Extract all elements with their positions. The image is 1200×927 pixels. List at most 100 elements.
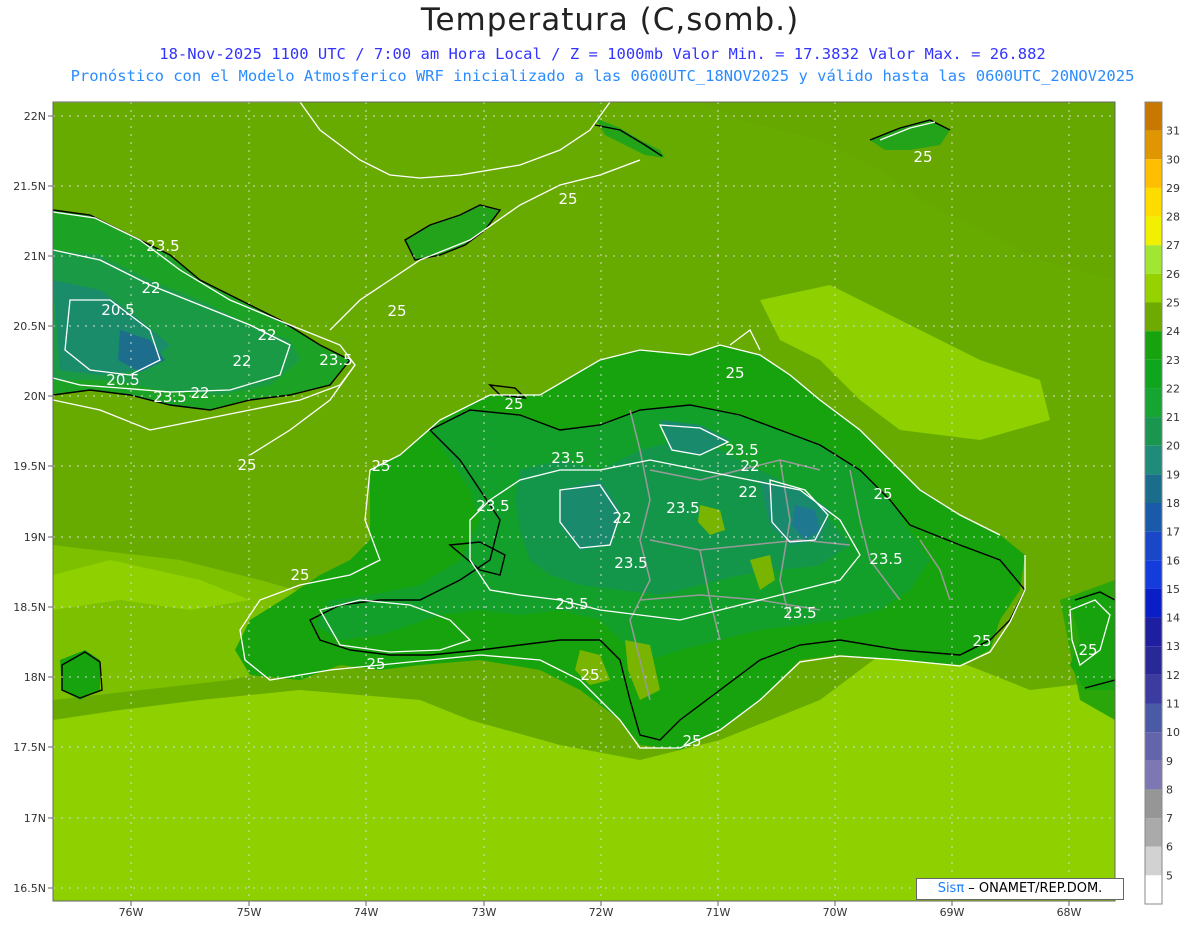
contour-label: 25 — [913, 148, 932, 166]
contour-label: 22 — [232, 352, 251, 370]
temperature-field — [53, 102, 1115, 901]
contour-label: 22 — [740, 457, 759, 475]
contour-label: 25 — [290, 566, 309, 584]
colorbar-label: 28 — [1166, 211, 1180, 224]
colorbar-cell — [1145, 760, 1162, 790]
contour-label: 25 — [682, 732, 701, 750]
colorbar-label: 11 — [1166, 698, 1180, 711]
contour-label: 25 — [366, 655, 385, 673]
contour-label: 23.5 — [614, 554, 647, 572]
colorbar-label: 30 — [1166, 153, 1180, 166]
colorbar-label: 9 — [1166, 755, 1173, 768]
colorbar-label: 15 — [1166, 583, 1180, 596]
colorbar-cell — [1145, 102, 1162, 131]
colorbar-label: 25 — [1166, 297, 1180, 310]
colorbar-cell — [1145, 674, 1162, 704]
colorbar-label: 17 — [1166, 526, 1180, 539]
colorbar-label: 10 — [1166, 726, 1180, 739]
colorbar-cell — [1145, 531, 1162, 561]
contour-label: 22 — [612, 509, 631, 527]
colorbar-label: 29 — [1166, 182, 1180, 195]
colorbar-cell — [1145, 216, 1162, 246]
colorbar-label: 20 — [1166, 440, 1180, 453]
lat-label: 20N — [24, 390, 46, 403]
contour-label: 25 — [387, 302, 406, 320]
colorbar-label: 24 — [1166, 325, 1180, 338]
lon-label: 68W — [1057, 906, 1082, 919]
colorbar-label: 7 — [1166, 812, 1173, 825]
lat-label: 21.5N — [13, 180, 46, 193]
lat-label: 19.5N — [13, 460, 46, 473]
colorbar-label: 16 — [1166, 554, 1180, 567]
contour-label: 25 — [1078, 641, 1097, 659]
colorbar-label: 22 — [1166, 382, 1180, 395]
lat-label: 18N — [24, 671, 46, 684]
contour-label: 25 — [873, 485, 892, 503]
colorbar-cell — [1145, 359, 1162, 389]
colorbar-cell — [1145, 130, 1162, 160]
colorbar-cell — [1145, 560, 1162, 589]
colorbar-label: 13 — [1166, 640, 1180, 653]
contour-label: 25 — [371, 457, 390, 475]
colorbar-label: 6 — [1166, 841, 1173, 854]
colorbar-label: 23 — [1166, 354, 1180, 367]
contour-label: 25 — [725, 364, 744, 382]
lat-label: 17N — [24, 812, 46, 825]
colorbar-label: 21 — [1166, 411, 1180, 424]
colorbar-cell — [1145, 187, 1162, 217]
lat-label: 19N — [24, 531, 46, 544]
lat-label: 22N — [24, 110, 46, 123]
colorbar-cell — [1145, 474, 1162, 503]
lon-label: 72W — [589, 906, 614, 919]
lon-label: 70W — [823, 906, 848, 919]
contour-label: 22 — [738, 483, 757, 501]
colorbar-cell — [1145, 445, 1162, 475]
contour-label: 25 — [558, 190, 577, 208]
colorbar-label: 27 — [1166, 239, 1180, 252]
colorbar-label: 14 — [1166, 612, 1180, 625]
contour-label: 23.5 — [783, 604, 816, 622]
contour-label: 25 — [580, 666, 599, 684]
lat-label: 18.5N — [13, 601, 46, 614]
colorbar-cell — [1145, 846, 1162, 876]
lat-label: 17.5N — [13, 741, 46, 754]
colorbar-cell — [1145, 503, 1162, 532]
map-canvas: 23.52220.52223.52220.523.52225252525 2525… — [13, 101, 1180, 919]
contour-label: 23.5 — [476, 497, 509, 515]
colorbar-cell — [1145, 789, 1162, 819]
contour-label: 23.5 — [869, 550, 902, 568]
colorbar-label: 26 — [1166, 268, 1180, 281]
colorbar-cell — [1145, 875, 1162, 904]
latitude-labels: 22N 21.5N 21N 20.5N 20N 19.5N 19N 18.5N 18N 17.5N… — [13, 110, 53, 895]
contour-label: 22 — [257, 326, 276, 344]
colorbar-label: 31 — [1166, 125, 1180, 138]
colorbar-cell — [1145, 417, 1162, 446]
colorbar-cell — [1145, 388, 1162, 418]
colorbar-cell — [1145, 159, 1162, 188]
colorbar-cell — [1145, 245, 1162, 274]
contour-label: 23.5 — [666, 499, 699, 517]
credit-box: Sisπ – ONAMET/REP.DOM. — [916, 878, 1124, 900]
contour-label: 20.5 — [106, 371, 139, 389]
colorbar-cell — [1145, 703, 1162, 733]
lat-label: 16.5N — [13, 882, 46, 895]
lat-label: 20.5N — [13, 320, 46, 333]
contour-label: 23.5 — [319, 351, 352, 369]
lon-label: 73W — [472, 906, 497, 919]
lon-label: 69W — [940, 906, 965, 919]
colorbar-cell — [1145, 302, 1162, 332]
contour-label: 23.5 — [725, 441, 758, 459]
lon-label: 71W — [706, 906, 731, 919]
contour-label: 25 — [237, 456, 256, 474]
contour-label: 23.5 — [551, 449, 584, 467]
colorbar-cell — [1145, 646, 1162, 675]
contour-label: 23.5 — [555, 595, 588, 613]
colorbar-cell — [1145, 732, 1162, 761]
contour-label: 23.5 — [146, 237, 179, 255]
colorbar-cell — [1145, 617, 1162, 647]
contour-label: 25 — [972, 632, 991, 650]
colorbar-cell — [1145, 331, 1162, 360]
color-scale-bar: 31 30 29 28 27 26 25 24 23 22 21 20 19 18 17 16 15 14 13 12… — [1144, 101, 1180, 905]
contour-label: 22 — [190, 384, 209, 402]
credit-text: – ONAMET/REP.DOM. — [964, 881, 1103, 896]
